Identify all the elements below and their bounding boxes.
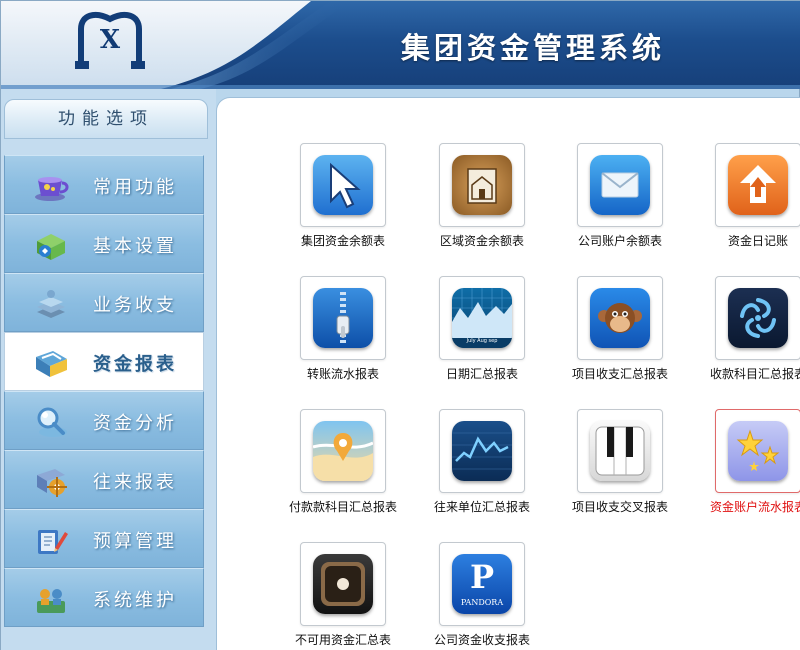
zipper-icon [313,288,373,348]
report-regional-fund-balance[interactable]: 区域资金余额表 [413,143,551,249]
sidebar-heading: 功能选项 [4,99,208,139]
report-unavailable-fund-summary[interactable]: 不可用资金汇总表 [274,542,412,648]
monkey-icon [590,288,650,348]
report-group-fund-balance[interactable]: 集团资金余额表 [274,143,412,249]
report-label: 区域资金余额表 [439,234,524,248]
report-payment-subject-summary[interactable]: 付款款科目汇总报表 [274,409,412,515]
report-panel: 集团资金余额表 区域资金余额表 公司账户余额表 资金日记账 转账流水报表 Jul… [216,97,800,650]
sidebar-item-label: 业务收支 [93,295,177,316]
pandora-wordmark: PANDORA [460,598,504,607]
pandora-p-icon: P PANDORA [452,554,512,614]
sidebar-item-fund-analysis[interactable]: 资金分析 [4,391,204,450]
report-tile[interactable] [577,143,663,227]
stack-layers-icon [37,290,65,318]
sidebar-item-system-maintenance[interactable]: 系统维护 [4,568,204,627]
sidebar-item-business-income-expense[interactable]: 业务收支 [4,273,204,332]
app-header: X 集团资金管理系统 [1,1,800,89]
report-tile[interactable] [439,409,525,493]
report-company-income-expense[interactable]: P PANDORA 公司资金收支报表 [413,542,551,648]
sidebar-item-fund-reports[interactable]: 资金报表 [4,332,204,391]
house-up-icon [728,155,788,215]
report-tile[interactable] [439,143,525,227]
dark-disc-icon [313,554,373,614]
sidebar-item-label: 系统维护 [93,590,177,611]
sidebar-item-label: 常用功能 [93,177,177,198]
report-company-account-balance[interactable]: 公司账户余额表 [551,143,689,249]
report-tile[interactable]: July Aug sep [439,276,525,360]
piano-keys-icon [590,421,650,481]
app-title: 集团资金管理系统 [401,31,666,65]
report-tile[interactable] [300,276,386,360]
report-project-income-expense-summary[interactable]: 项目收支汇总报表 [551,276,689,382]
logo-letter: X [99,25,121,55]
report-label: 公司账户余额表 [577,234,662,248]
stock-chart-icon [452,421,512,481]
report-label: 资金账户流水报表 [709,500,800,514]
sidebar-item-label: 资金分析 [93,413,177,434]
sidebar-item-common-functions[interactable]: 常用功能 [4,155,204,214]
stars-icon [728,421,788,481]
report-label: 公司资金收支报表 [433,633,530,647]
sidebar: 功能选项 常用功能 基本设置 业务收支 资金报表 资金分析 往来报表 预算管理 … [1,89,216,650]
sidebar-item-basic-settings[interactable]: 基本设置 [4,214,204,273]
report-label: 项目收支汇总报表 [571,367,668,381]
report-counterparty-summary[interactable]: 往来单位汇总报表 [413,409,551,515]
report-label: 日期汇总报表 [445,367,518,381]
cursor-arrow-icon [313,155,373,215]
report-label: 往来单位汇总报表 [433,500,530,514]
report-label: 资金日记账 [727,234,788,248]
report-tile[interactable]: P PANDORA [439,542,525,626]
house-frame-icon [452,155,512,215]
report-tile[interactable] [577,409,663,493]
report-tile[interactable] [715,276,800,360]
pencil-notebook-icon [38,530,68,554]
sidebar-item-budget-management[interactable]: 预算管理 [4,509,204,568]
pandora-letter: P [469,558,495,596]
report-folder-icon [36,351,67,377]
sidebar-item-account-reports[interactable]: 往来报表 [4,450,204,509]
report-label: 付款款科目汇总报表 [288,500,397,514]
report-fund-journal[interactable]: 资金日记账 [689,143,800,249]
report-label: 集团资金余额表 [300,234,385,248]
report-project-cross-table[interactable]: 项目收支交叉报表 [551,409,689,515]
sidebar-item-label: 基本设置 [93,236,177,257]
calendar-chart-icon: July Aug sep [452,288,512,348]
report-label: 转账流水报表 [306,367,379,381]
map-pin-icon [313,421,373,481]
tools-people-icon [37,589,65,613]
report-label: 不可用资金汇总表 [294,633,391,647]
sidebar-menu: 常用功能 基本设置 业务收支 资金报表 资金分析 往来报表 预算管理 系统维护 [4,155,204,627]
month-labels: July Aug sep [466,338,498,344]
report-receipt-subject-summary[interactable]: 收款科目汇总报表 [689,276,800,382]
report-tile[interactable] [577,276,663,360]
teacup-icon [35,177,69,201]
settings-cube-icon [37,234,65,260]
sidebar-item-label: 资金报表 [93,354,177,375]
report-tile[interactable] [300,409,386,493]
compass-wheel-icon [37,469,67,497]
report-tile[interactable] [715,143,800,227]
spiral-icon [728,288,788,348]
report-transfer-flow[interactable]: 转账流水报表 [274,276,412,382]
report-fund-account-flow[interactable]: 资金账户流水报表 [689,409,800,515]
report-tile[interactable] [300,143,386,227]
sidebar-item-label: 预算管理 [93,531,177,552]
sidebar-item-label: 往来报表 [93,472,177,493]
report-date-summary[interactable]: July Aug sep 日期汇总报表 [413,276,551,382]
report-label: 项目收支交叉报表 [571,500,668,514]
magnifier-icon [37,407,67,437]
report-label: 收款科目汇总报表 [709,367,800,381]
envelope-icon [590,155,650,215]
report-tile[interactable] [715,409,800,493]
report-tile[interactable] [300,542,386,626]
